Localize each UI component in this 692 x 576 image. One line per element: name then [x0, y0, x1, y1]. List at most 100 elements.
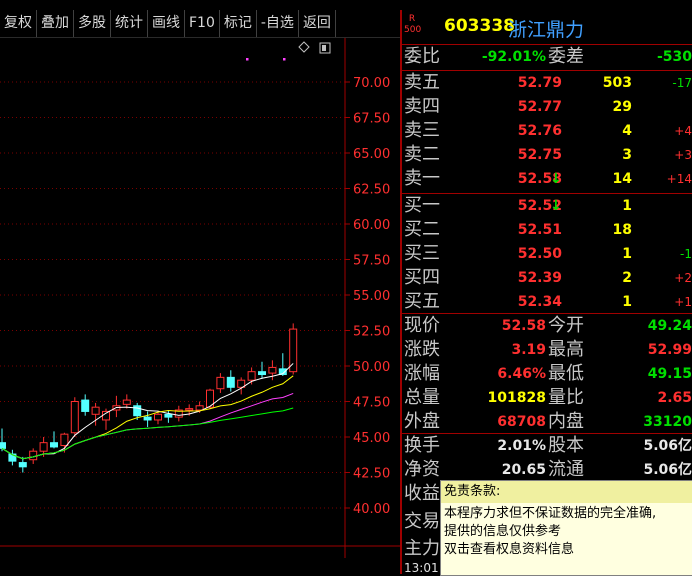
- toolbar-diejia-button[interactable]: 叠加: [37, 10, 74, 37]
- stat-label-2: 量比: [548, 387, 584, 408]
- stat-row: 外盘 68708 内盘 33120: [402, 410, 692, 434]
- toolbar-huaxian-button[interactable]: 画线: [148, 10, 185, 37]
- candle-down: [81, 399, 90, 412]
- candle-down: [164, 413, 173, 418]
- candle-up: [247, 371, 256, 381]
- stat2-row: 净资 20.65 流通 5.06亿: [402, 458, 692, 482]
- toolbar-f10-button[interactable]: F10: [185, 10, 220, 37]
- sell-level-row[interactable]: 卖三 52.76 4 +4: [402, 119, 692, 143]
- level-label: 卖五: [404, 72, 440, 93]
- candle-down: [226, 376, 235, 388]
- stat2-label: 换手: [404, 435, 440, 456]
- price-tick-label: 52.50: [353, 325, 390, 340]
- candle-down: [258, 371, 266, 376]
- level-label: 买一: [404, 195, 440, 216]
- level-change: +1: [674, 295, 692, 309]
- buy-level-row[interactable]: 买二 52.51 18: [402, 218, 692, 242]
- price-tick-label: 40.00: [353, 502, 390, 517]
- diamond-icon: [298, 41, 310, 53]
- toolbar-duogu-button[interactable]: 多股: [74, 10, 111, 37]
- stat-label: 涨幅: [404, 363, 440, 384]
- candle-up: [154, 413, 162, 421]
- stat-row: 涨跌 3.19 最高 52.99: [402, 338, 692, 362]
- buy-level-row[interactable]: 买三 52.50 1 -1: [402, 242, 692, 266]
- stat-value: 6.46%: [497, 366, 546, 382]
- r-badge: R 500: [404, 14, 422, 35]
- buy-level-row[interactable]: 买五 52.34 1 +1: [402, 290, 692, 314]
- weibi-value: -92.01%: [481, 49, 546, 65]
- candle-up: [122, 399, 131, 405]
- kline-chart[interactable]: 70.00 67.50 65.00 62.50 60.00 57.50 55.00 52.50…: [0, 38, 400, 558]
- level-label: 卖三: [404, 120, 440, 141]
- toolbar-fanhui-button[interactable]: 返回: [299, 10, 336, 37]
- stat-label-2: 今开: [548, 315, 584, 336]
- stat2-value-2: 5.06亿: [643, 462, 692, 478]
- level-label: 卖一: [404, 168, 440, 189]
- level-label: 买二: [404, 219, 440, 240]
- level-price: 52.34: [517, 294, 562, 310]
- level-change: -1: [680, 247, 692, 261]
- price-tick-label: 62.50: [353, 183, 390, 198]
- sell-level-row[interactable]: 卖二 52.75 3 +3: [402, 143, 692, 167]
- stat-value: 68708: [497, 414, 546, 430]
- level-price: 52.75: [517, 147, 562, 163]
- level-volume: 14: [612, 171, 632, 187]
- toolbar-zixuan-button[interactable]: -自选: [257, 10, 299, 37]
- price-tick-label: 50.00: [353, 360, 390, 375]
- price-tick-label: 67.50: [353, 112, 390, 127]
- level-volume: 503: [602, 75, 632, 91]
- price-tick-label: 47.50: [353, 396, 390, 411]
- marker-dot: [283, 58, 286, 61]
- candle-up: [60, 433, 69, 447]
- stat2-label-2: 股本: [548, 435, 584, 456]
- level-price: 52.76: [517, 123, 562, 139]
- candle-up: [195, 405, 204, 411]
- stat-value-2: 49.15: [647, 366, 692, 382]
- tooltip-line-1: 本程序力求但不保证数据的完全准确,: [444, 506, 657, 521]
- candle-up: [216, 376, 225, 390]
- tooltip-line-3: 双击查看权息资料信息: [444, 542, 575, 557]
- stat-row: 涨幅 6.46% 最低 49.15: [402, 362, 692, 386]
- stat-value: 101828: [487, 390, 546, 406]
- tooltip-line-2: 提供的信息仅供参考: [444, 524, 562, 539]
- stat2-value-2: 5.06亿: [643, 438, 692, 454]
- level-change: +4: [674, 124, 692, 138]
- stat-value: 52.58: [501, 318, 546, 334]
- toolbar-fuquan-button[interactable]: 复权: [0, 10, 37, 37]
- level-volume: 3: [622, 147, 632, 163]
- stat-value-2: 49.24: [647, 318, 692, 334]
- stat-value-2: 52.99: [647, 342, 692, 358]
- level-change: -17: [672, 76, 692, 90]
- level-price: 52.77: [517, 99, 562, 115]
- level-change: +3: [674, 148, 692, 162]
- weibi-row: 委比 -92.01% 委差 -530: [402, 45, 692, 69]
- stat-label: 总量: [404, 387, 440, 408]
- level-price: 52.79: [517, 75, 562, 91]
- stat-label-2: 最低: [548, 363, 584, 384]
- stat2-label: 收益: [404, 483, 440, 504]
- sell-level-row[interactable]: 卖四 52.77 29: [402, 95, 692, 119]
- level-label: 卖四: [404, 96, 440, 117]
- down-arrow-icon: ↓: [550, 171, 562, 187]
- candle-down: [50, 442, 58, 448]
- sell-level-row[interactable]: 卖一 52.58 ↓ 14 +14: [402, 167, 692, 191]
- marker-dot: [246, 58, 249, 61]
- candle-up: [39, 442, 48, 452]
- buy-level-row[interactable]: 买一 52.52 ↓ 1: [402, 194, 692, 218]
- level-price: 52.50: [517, 246, 562, 262]
- toolbar-biaoji-button[interactable]: 标记: [220, 10, 257, 37]
- stat2-value: 2.01%: [497, 438, 546, 454]
- level-label: 卖二: [404, 144, 440, 165]
- level-volume: 29: [612, 99, 632, 115]
- candle-up: [70, 401, 79, 434]
- buy-level-row[interactable]: 买四 52.39 2 +2: [402, 266, 692, 290]
- level-label: 买五: [404, 291, 440, 312]
- stock-header: R 500 603338 浙江鼎力: [402, 10, 692, 45]
- price-tick-label: 70.00: [353, 76, 390, 91]
- tooltip-title: 免责条款:: [441, 481, 692, 503]
- level-label: 买三: [404, 243, 440, 264]
- level-volume: 1: [622, 198, 632, 214]
- sell-level-row[interactable]: 卖五 52.79 503 -17: [402, 71, 692, 95]
- toolbar-tongji-button[interactable]: 统计: [111, 10, 148, 37]
- candle-down: [133, 405, 142, 417]
